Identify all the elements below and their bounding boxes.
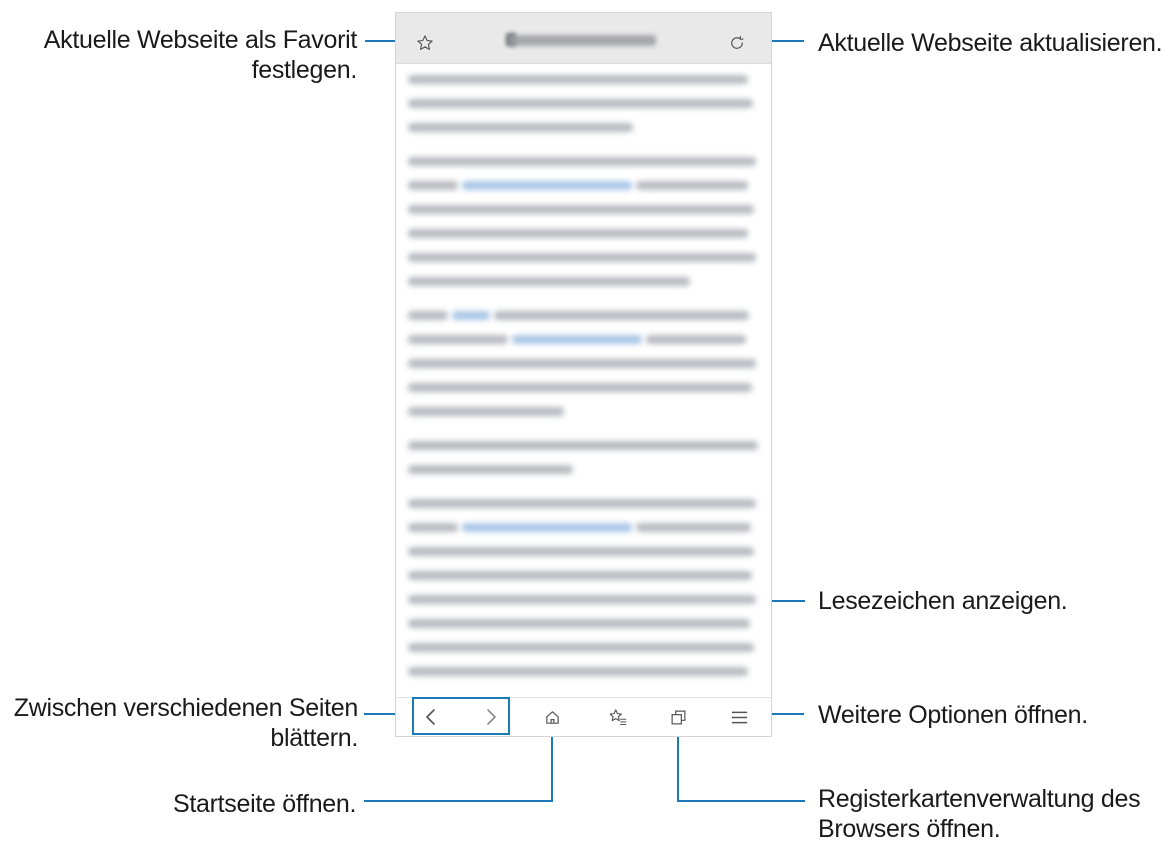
- browser-screen: [395, 12, 772, 737]
- callout-home-text: Startseite öffnen.: [173, 790, 357, 818]
- blur-line: [408, 99, 753, 108]
- home-icon[interactable]: [541, 706, 563, 728]
- page-content-blurred: [396, 65, 771, 697]
- blur-line: [408, 595, 756, 604]
- star-icon[interactable]: [414, 32, 436, 54]
- callout-more-options-text: Weitere Optionen öffnen.: [818, 701, 1088, 729]
- blur-line: [408, 571, 752, 580]
- blur-line: [646, 335, 746, 344]
- blur-line: [408, 441, 758, 450]
- callout-bookmarks: Lesezeichen anzeigen.: [818, 586, 1068, 616]
- blur-line: [408, 407, 564, 416]
- blur-line: [408, 359, 756, 368]
- leader-tabs: [677, 800, 805, 802]
- blur-line: [408, 229, 748, 238]
- blur-line: [636, 181, 748, 190]
- blur-line: [408, 667, 748, 676]
- blur-line: [636, 523, 751, 532]
- blur-line: [408, 311, 448, 320]
- callout-favorite: Aktuelle Webseite als Favorit festlegen.: [20, 25, 358, 85]
- callout-refresh-text: Aktuelle Webseite aktualisieren.: [818, 29, 1163, 57]
- callout-tabs: Registerkartenverwaltung des Browsers öf…: [818, 784, 1158, 844]
- blur-line: [494, 311, 749, 320]
- blur-line: [408, 619, 750, 628]
- browser-bottom-bar: [396, 697, 771, 736]
- forward-icon[interactable]: [480, 704, 502, 730]
- url-field[interactable]: [508, 35, 656, 46]
- callout-home: Startseite öffnen.: [173, 789, 356, 819]
- blur-line: [408, 383, 752, 392]
- menu-icon[interactable]: [728, 706, 750, 728]
- blur-line: [408, 277, 690, 286]
- callout-tabs-text: Registerkartenverwaltung des Browsers öf…: [818, 785, 1141, 843]
- blur-link: [512, 335, 642, 344]
- blur-line: [408, 547, 754, 556]
- blur-line: [408, 157, 756, 166]
- bookmarks-icon[interactable]: [606, 706, 630, 728]
- blur-line: [408, 643, 754, 652]
- blur-line: [408, 181, 458, 190]
- callout-refresh: Aktuelle Webseite aktualisieren.: [818, 28, 1163, 58]
- refresh-icon[interactable]: [726, 32, 748, 54]
- back-icon[interactable]: [420, 704, 442, 730]
- leader-home-vertical: [551, 726, 553, 802]
- callout-bookmarks-text: Lesezeichen anzeigen.: [818, 587, 1068, 615]
- blur-line: [408, 205, 754, 214]
- browser-toolbar: [396, 13, 771, 64]
- blur-line: [408, 75, 748, 84]
- leader-home: [364, 800, 553, 802]
- tabs-icon[interactable]: [667, 706, 689, 728]
- leader-tabs-vertical: [677, 726, 679, 802]
- callout-favorite-text: Aktuelle Webseite als Favorit festlegen.: [43, 26, 358, 84]
- blur-line: [408, 335, 508, 344]
- blur-line: [408, 523, 458, 532]
- blur-line: [408, 253, 756, 262]
- blur-line: [408, 465, 573, 474]
- blur-link: [452, 311, 490, 320]
- blur-line: [408, 499, 756, 508]
- callout-more-options: Weitere Optionen öffnen.: [818, 700, 1088, 730]
- blur-link: [462, 181, 632, 190]
- blur-line: [408, 123, 633, 132]
- blur-link: [462, 523, 632, 532]
- callout-navigate: Zwischen verschiedenen Seiten blättern.: [4, 693, 359, 753]
- callout-navigate-text: Zwischen verschiedenen Seiten blättern.: [13, 694, 359, 752]
